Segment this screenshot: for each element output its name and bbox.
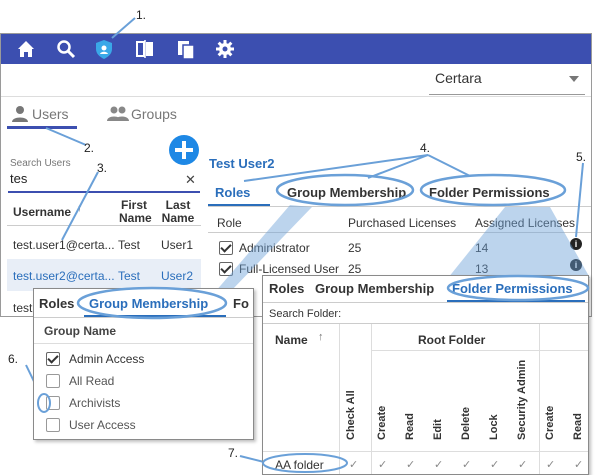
cell-username: test.user2@certa... [13, 269, 115, 283]
groups-icon [107, 106, 129, 121]
tenant-select[interactable]: Certara [435, 70, 482, 86]
tab-group-membership[interactable]: Group Membership [315, 281, 434, 296]
role-purchased: 25 [348, 241, 362, 255]
documents-icon[interactable] [175, 38, 197, 60]
callout-1: 1. [136, 8, 147, 22]
search-folder-label: Search Folder: [269, 308, 342, 320]
info-icon[interactable]: i [570, 238, 582, 250]
search-icon[interactable] [55, 38, 77, 60]
col-edit: Edit [432, 419, 444, 440]
group-name: User Access [69, 418, 136, 432]
group-name: Archivists [69, 396, 121, 410]
tab-folder-permissions[interactable]: Fo [233, 296, 249, 311]
col-lock: Lock [488, 414, 500, 440]
tab-roles[interactable]: Roles [269, 281, 304, 296]
group-checkbox[interactable] [46, 352, 60, 366]
tab-group-membership[interactable]: Group Membership [89, 296, 208, 311]
check-icon[interactable]: ✓ [378, 458, 387, 471]
callout-6: 6. [8, 352, 19, 366]
group-checkbox[interactable] [46, 418, 60, 432]
cell-username: test [13, 301, 33, 315]
tab-groups[interactable]: Groups [131, 106, 177, 122]
selected-user-name: Test User2 [209, 156, 275, 171]
user-icon [12, 106, 28, 122]
col-name[interactable]: Name [275, 333, 308, 347]
home-icon[interactable] [15, 38, 37, 60]
tab-folder-permissions[interactable]: Folder Permissions [429, 185, 550, 200]
col-delete: Delete [460, 406, 472, 440]
check-icon[interactable]: ✓ [518, 458, 527, 471]
check-icon[interactable]: ✓ [462, 458, 471, 471]
col-role: Role [217, 216, 242, 230]
check-icon[interactable]: ✓ [546, 458, 555, 471]
col-first-name[interactable]: First Name [119, 199, 152, 225]
cell-first: Test [118, 269, 141, 283]
root-folder-header: Root Folder [418, 333, 486, 347]
cell-first: Test [118, 238, 141, 252]
role-checkbox[interactable] [219, 241, 233, 255]
role-name: Administrator [239, 241, 310, 255]
check-icon[interactable]: ✓ [490, 458, 499, 471]
check-icon[interactable]: ✓ [349, 458, 358, 471]
col-read: Read [404, 413, 416, 440]
tenant-underline [429, 94, 585, 95]
tab-users[interactable]: Users [32, 106, 69, 122]
role-assigned: 14 [475, 241, 489, 255]
chevron-down-icon[interactable] [569, 76, 579, 82]
info-icon[interactable]: i [570, 259, 582, 271]
role-checkbox[interactable] [219, 262, 233, 276]
table-row[interactable]: test.user1@certa... Test User1 [7, 227, 201, 259]
cell-username: test.user1@certa... [13, 238, 115, 252]
group-checkbox[interactable] [46, 374, 60, 388]
col-group-name: Group Name [44, 324, 117, 338]
sort-arrow-icon[interactable]: ↑ [318, 331, 324, 343]
tab-group-membership[interactable]: Group Membership [287, 185, 406, 200]
search-input[interactable]: tes [10, 171, 27, 186]
shield-icon[interactable] [93, 38, 115, 60]
col-username[interactable]: Username [13, 205, 71, 219]
folder-permissions-panel: Roles Group Membership Folder Permission… [262, 275, 589, 475]
cell-last: User1 [161, 238, 194, 252]
compare-icon[interactable] [134, 38, 156, 60]
role-name: Full-Licensed User [239, 262, 340, 276]
tenant-bar [1, 64, 591, 97]
callout-5: 5. [576, 150, 587, 164]
col-security-admin: Security Admin [516, 359, 528, 440]
callout-2: 2. [84, 141, 95, 155]
role-assigned: 13 [475, 262, 489, 276]
table-row-selected[interactable]: test.user2@certa... Test User2 [7, 259, 201, 291]
col-check-all[interactable]: Check All [345, 390, 357, 440]
role-purchased: 25 [348, 262, 362, 276]
check-icon[interactable]: ✓ [406, 458, 415, 471]
tab-users-underline [7, 126, 77, 129]
check-icon[interactable]: ✓ [434, 458, 443, 471]
callout-4: 4. [420, 141, 431, 155]
cell-last: User2 [161, 269, 194, 283]
callout-7: 7. [228, 446, 239, 460]
add-user-button[interactable] [169, 135, 199, 165]
group-membership-panel: Roles Group Membership Fo Group Name Adm… [33, 288, 254, 440]
callout-3: 3. [97, 161, 108, 175]
folder-name: AA folder [275, 458, 324, 472]
col-assigned: Assigned Licenses [475, 216, 576, 230]
tab-roles[interactable]: Roles [39, 296, 74, 311]
search-underline [8, 191, 200, 193]
col-last-name[interactable]: Last Name [161, 199, 195, 225]
group-name: Admin Access [69, 352, 145, 366]
col-read: Read [572, 413, 584, 440]
search-label: Search Users [10, 158, 71, 169]
clear-icon[interactable]: ✕ [185, 172, 196, 188]
gear-icon[interactable] [214, 38, 236, 60]
col-purchased: Purchased Licenses [348, 216, 457, 230]
check-icon[interactable]: ✓ [574, 458, 583, 471]
sort-arrow-icon[interactable]: ↑ [77, 202, 83, 214]
group-name: All Read [69, 374, 115, 388]
tab-roles[interactable]: Roles [215, 185, 250, 200]
col-create: Create [544, 405, 556, 440]
col-create: Create [376, 405, 388, 440]
tab-folder-permissions[interactable]: Folder Permissions [452, 281, 573, 296]
top-toolbar [1, 34, 591, 64]
group-checkbox[interactable] [46, 396, 60, 410]
